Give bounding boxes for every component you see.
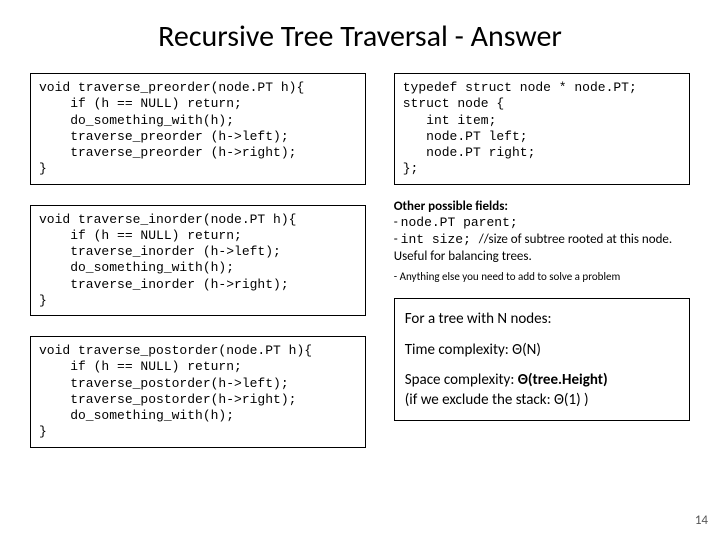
spacer2: [405, 360, 679, 370]
code-typedef: typedef struct node * node.PT; struct no…: [394, 73, 690, 185]
complexity-box: For a tree with N nodes: Time complexity…: [394, 298, 690, 421]
complexity-l1: For a tree with N nodes:: [405, 309, 679, 329]
content-columns: void traverse_preorder(node.PT h){ if (h…: [30, 73, 690, 448]
right-column: typedef struct node * node.PT; struct no…: [394, 73, 690, 448]
code-inorder: void traverse_inorder(node.PT h){ if (h …: [30, 205, 366, 317]
fields-l3-text: Anything else you need to add to solve a…: [400, 270, 621, 283]
complexity-l2-val: Θ(N): [512, 341, 541, 359]
complexity-l4: (if we exclude the stack: Θ(1) ): [405, 390, 679, 410]
fields-l1-dash: -: [394, 215, 401, 230]
fields-header: Other possible fields:: [394, 199, 690, 216]
page-number: 14: [695, 513, 708, 528]
fields-line3: - Anything else you need to add to solve…: [394, 270, 690, 284]
fields-l1-code: node.PT parent;: [401, 215, 518, 230]
complexity-l3: Space complexity: Θ(tree.Height): [405, 370, 679, 390]
complexity-l3-label: Space complexity:: [405, 371, 518, 389]
left-column: void traverse_preorder(node.PT h){ if (h…: [30, 73, 366, 448]
other-fields: Other possible fields: - node.PT parent;…: [394, 199, 690, 285]
code-postorder: void traverse_postorder(node.PT h){ if (…: [30, 336, 366, 448]
complexity-l2: Time complexity: Θ(N): [405, 340, 679, 360]
fields-line2: - int size; //size of subtree rooted at …: [394, 232, 690, 266]
fields-line1: - node.PT parent;: [394, 215, 690, 232]
fields-l2-code: int size;: [401, 232, 479, 247]
fields-l2-dash: -: [394, 232, 401, 247]
spacer: [405, 330, 679, 340]
complexity-l3-val: Θ(tree.Height): [518, 371, 608, 389]
code-preorder: void traverse_preorder(node.PT h){ if (h…: [30, 73, 366, 185]
slide: Recursive Tree Traversal - Answer void t…: [0, 0, 720, 540]
complexity-l2-label: Time complexity:: [405, 341, 512, 359]
page-title: Recursive Tree Traversal - Answer: [30, 18, 690, 55]
